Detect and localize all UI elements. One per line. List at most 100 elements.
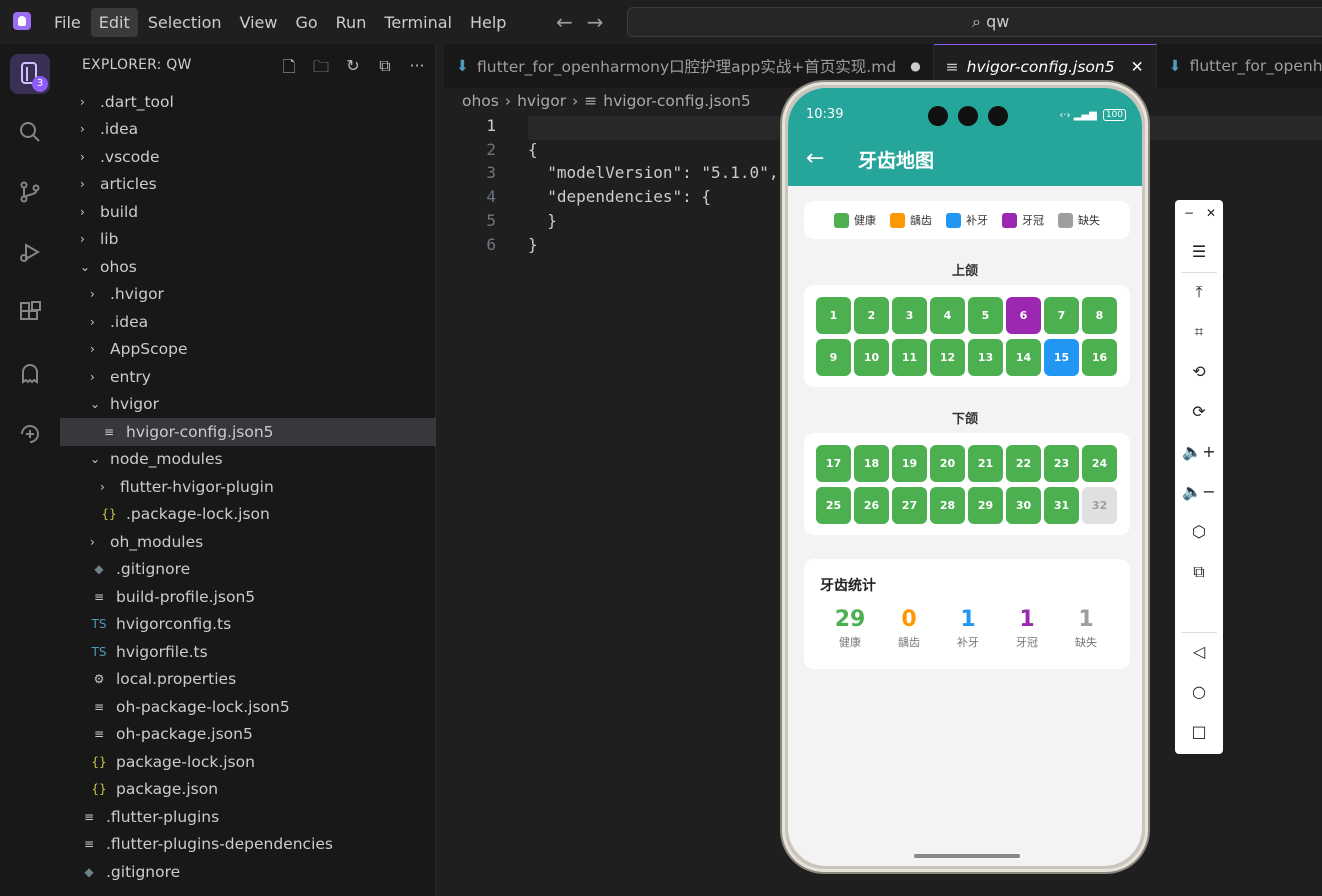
editor-tab[interactable]: ⬇ flutter_for_openharm (1157, 44, 1322, 88)
harmony-icon[interactable] (10, 414, 50, 454)
menu-terminal[interactable]: Terminal (376, 8, 460, 37)
tooth-22[interactable]: 22 (1006, 445, 1041, 482)
tooth-32[interactable]: 32 (1082, 487, 1117, 524)
tooth-21[interactable]: 21 (968, 445, 1003, 482)
tooth-17[interactable]: 17 (816, 445, 851, 482)
menu-icon[interactable]: ☰ (1175, 242, 1223, 261)
tooth-31[interactable]: 31 (1044, 487, 1079, 524)
tree-item[interactable]: {} package-lock.json (60, 748, 436, 776)
home-indicator[interactable] (914, 854, 1020, 858)
forward-arrow-icon[interactable]: → (587, 10, 604, 34)
tree-item[interactable]: › .dart_tool (60, 88, 436, 116)
tree-item[interactable]: {} package.json (60, 776, 436, 804)
command-center-search[interactable]: ⌕ qw (627, 7, 1322, 37)
tree-item[interactable]: ⌄ hvigor (60, 391, 436, 419)
tooth-8[interactable]: 8 (1082, 297, 1117, 334)
tree-item[interactable]: ◆ .gitignore (60, 556, 436, 584)
tree-item[interactable]: TS hvigorconfig.ts (60, 611, 436, 639)
tree-item[interactable]: › .idea (60, 308, 436, 336)
menu-go[interactable]: Go (287, 8, 325, 37)
breadcrumb-item[interactable]: hvigor-config.json5 (603, 92, 751, 110)
source-control-icon[interactable] (10, 172, 50, 212)
collapse-all-icon[interactable]: ⧉ (374, 56, 396, 83)
tree-item[interactable]: ≡ oh-package-lock.json5 (60, 693, 436, 721)
tree-item[interactable]: › lib (60, 226, 436, 254)
volume-up-icon[interactable]: 🔈+ (1175, 442, 1223, 461)
crop-icon[interactable]: ⌗ (1175, 322, 1223, 342)
tree-item[interactable]: › .vscode (60, 143, 436, 171)
tree-item[interactable]: ⚙ local.properties (60, 666, 436, 694)
breadcrumb-item[interactable]: hvigor (517, 92, 566, 110)
menu-edit[interactable]: Edit (90, 8, 138, 37)
tooth-7[interactable]: 7 (1044, 297, 1079, 334)
tree-item[interactable]: ≡ hvigor-config.json5 (60, 418, 436, 446)
nav-recents-icon[interactable]: □ (1175, 722, 1223, 741)
tree-item[interactable]: ≡ oh-package.json5 (60, 721, 436, 749)
back-arrow-icon[interactable]: ← (806, 146, 824, 171)
tooth-24[interactable]: 24 (1082, 445, 1117, 482)
tooth-16[interactable]: 16 (1082, 339, 1117, 376)
tooth-10[interactable]: 10 (854, 339, 889, 376)
menu-run[interactable]: Run (328, 8, 375, 37)
tooth-23[interactable]: 23 (1044, 445, 1079, 482)
tooth-4[interactable]: 4 (930, 297, 965, 334)
tree-item[interactable]: › articles (60, 171, 436, 199)
fold-icon[interactable]: ⬡ (1175, 522, 1223, 541)
search-icon[interactable] (10, 112, 50, 152)
multi-device-icon[interactable]: ⧉ (1175, 562, 1223, 582)
tooth-25[interactable]: 25 (816, 487, 851, 524)
refresh-icon[interactable]: ↻ (342, 56, 364, 83)
menu-view[interactable]: View (232, 8, 286, 37)
volume-down-icon[interactable]: 🔈− (1175, 482, 1223, 501)
tree-item[interactable]: › AppScope (60, 336, 436, 364)
tree-item[interactable]: ≡ .flutter-plugins-dependencies (60, 831, 436, 859)
close-icon[interactable]: ✕ (1187, 206, 1235, 220)
back-arrow-icon[interactable]: ← (556, 10, 573, 34)
tree-item[interactable]: › entry (60, 363, 436, 391)
tooth-27[interactable]: 27 (892, 487, 927, 524)
tree-item[interactable]: ⌄ node_modules (60, 446, 436, 474)
tooth-12[interactable]: 12 (930, 339, 965, 376)
tooth-15[interactable]: 15 (1044, 339, 1079, 376)
tooth-19[interactable]: 19 (892, 445, 927, 482)
tooth-18[interactable]: 18 (854, 445, 889, 482)
pin-top-icon[interactable]: ⤒ (1175, 282, 1223, 302)
tooth-1[interactable]: 1 (816, 297, 851, 334)
extensions-icon[interactable] (10, 292, 50, 332)
close-icon[interactable]: ✕ (1131, 58, 1144, 76)
tooth-28[interactable]: 28 (930, 487, 965, 524)
tree-item[interactable]: ≡ .flutter-plugins (60, 803, 436, 831)
tooth-9[interactable]: 9 (816, 339, 851, 376)
ghost-icon[interactable] (10, 354, 50, 394)
tooth-5[interactable]: 5 (968, 297, 1003, 334)
tree-item[interactable]: › oh_modules (60, 528, 436, 556)
new-folder-icon[interactable]: 🗀 (310, 56, 332, 83)
more-icon[interactable]: ··· (406, 56, 428, 83)
menu-selection[interactable]: Selection (140, 8, 230, 37)
rotate-icon[interactable]: ⟲ (1175, 362, 1223, 381)
menu-help[interactable]: Help (462, 8, 514, 37)
rotate-right-icon[interactable]: ⟳ (1175, 402, 1223, 421)
tree-item[interactable]: {} .package-lock.json (60, 501, 436, 529)
tooth-14[interactable]: 14 (1006, 339, 1041, 376)
breadcrumb-item[interactable]: ohos (462, 92, 499, 110)
explorer-icon[interactable]: 3 (10, 54, 50, 94)
tooth-26[interactable]: 26 (854, 487, 889, 524)
nav-home-icon[interactable]: ○ (1175, 682, 1223, 701)
tree-item[interactable]: › .idea (60, 116, 436, 144)
tooth-29[interactable]: 29 (968, 487, 1003, 524)
menu-file[interactable]: File (46, 8, 89, 37)
tree-item[interactable]: ⌄ ohos (60, 253, 436, 281)
nav-back-icon[interactable]: ◁ (1175, 642, 1223, 661)
tooth-20[interactable]: 20 (930, 445, 965, 482)
tree-item[interactable]: › build (60, 198, 436, 226)
run-debug-icon[interactable] (10, 232, 50, 272)
tooth-3[interactable]: 3 (892, 297, 927, 334)
tree-item[interactable]: ◆ .gitignore (60, 858, 436, 886)
tooth-6[interactable]: 6 (1006, 297, 1041, 334)
tooth-11[interactable]: 11 (892, 339, 927, 376)
tree-item[interactable]: ≡ build-profile.json5 (60, 583, 436, 611)
tooth-13[interactable]: 13 (968, 339, 1003, 376)
tree-item[interactable]: › .hvigor (60, 281, 436, 309)
tooth-30[interactable]: 30 (1006, 487, 1041, 524)
